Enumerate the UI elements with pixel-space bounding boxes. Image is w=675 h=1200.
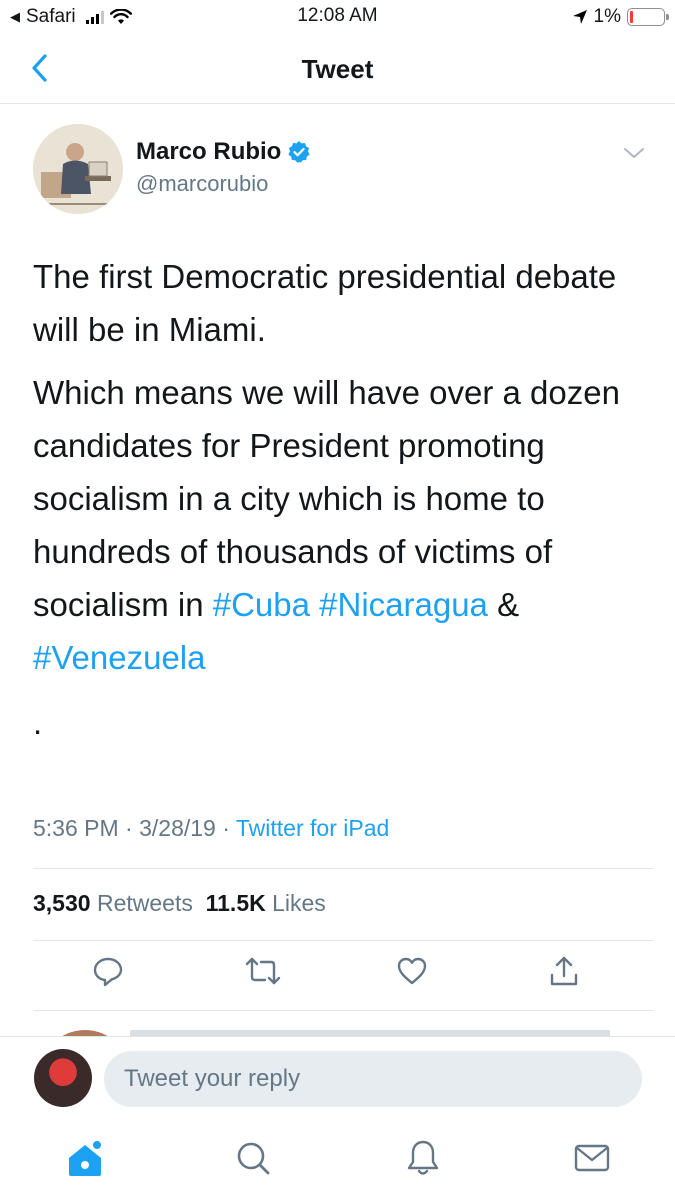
divider xyxy=(33,940,653,941)
tweet-text: The first Democratic presidential debate… xyxy=(33,250,643,759)
author-name[interactable]: Marco Rubio xyxy=(136,138,311,166)
retweets-label: Retweets xyxy=(96,890,193,916)
status-right: 1% xyxy=(572,6,669,28)
retweets-count: 3,530 xyxy=(33,890,91,916)
meta-separator: · xyxy=(125,815,133,841)
user-avatar[interactable] xyxy=(34,1049,92,1107)
sketch-portrait-icon xyxy=(33,124,123,214)
share-icon[interactable] xyxy=(548,955,580,987)
reply-preview[interactable] xyxy=(0,1010,675,1038)
battery-icon xyxy=(627,8,669,26)
battery-level xyxy=(630,11,633,23)
tweet-actions xyxy=(0,955,675,999)
author-handle[interactable]: @marcorubio xyxy=(136,171,268,197)
likes-stat[interactable]: 11.5K Likes xyxy=(206,890,326,916)
retweet-icon[interactable] xyxy=(245,955,281,987)
tweet-paragraph-2: Which means we will have over a dozen ca… xyxy=(33,366,643,684)
tweet-date: 3/28/19 xyxy=(139,815,216,841)
retweets-stat[interactable]: 3,530 Retweets xyxy=(33,890,193,916)
like-icon[interactable] xyxy=(396,955,428,987)
battery-percent: 1% xyxy=(593,6,621,27)
likes-count: 11.5K xyxy=(205,890,266,916)
location-arrow-icon xyxy=(572,10,587,24)
hashtag-link[interactable]: #Venezuela xyxy=(33,639,206,676)
reply-input[interactable]: Tweet your reply xyxy=(104,1051,642,1107)
hashtag-link[interactable]: #Cuba xyxy=(213,586,310,623)
tweet-source-link[interactable]: Twitter for iPad xyxy=(236,815,389,841)
verified-badge-icon xyxy=(288,141,310,163)
tweet-trailing-dot: . xyxy=(33,704,43,741)
divider xyxy=(33,868,653,869)
hashtag-link[interactable]: #Nicaragua xyxy=(319,586,488,623)
tweet-stats: 3,530 Retweets 11.5K Likes xyxy=(33,890,326,917)
messages-icon[interactable] xyxy=(573,1138,611,1178)
meta-separator: · xyxy=(222,815,230,841)
chevron-down-icon[interactable] xyxy=(623,146,645,160)
author-avatar[interactable] xyxy=(33,124,123,214)
tweet-meta: 5:36 PM · 3/28/19 · Twitter for iPad xyxy=(33,815,389,842)
search-icon[interactable] xyxy=(234,1138,272,1178)
home-icon[interactable] xyxy=(66,1138,104,1178)
likes-label: Likes xyxy=(272,890,326,916)
notifications-icon[interactable] xyxy=(404,1138,442,1178)
ampersand: & xyxy=(497,586,520,623)
reply-icon[interactable] xyxy=(92,955,124,987)
page-title: Tweet xyxy=(301,54,374,84)
status-bar: ◀ Safari 12:08 AM 1% xyxy=(0,0,675,34)
tweet-time: 5:36 PM xyxy=(33,815,119,841)
navigation-bar: Tweet xyxy=(0,34,675,104)
reply-composer: Tweet your reply xyxy=(0,1036,675,1124)
tweet-paragraph-1: The first Democratic presidential debate… xyxy=(33,258,617,348)
author-name-text: Marco Rubio xyxy=(136,138,282,165)
tab-bar xyxy=(0,1124,675,1200)
